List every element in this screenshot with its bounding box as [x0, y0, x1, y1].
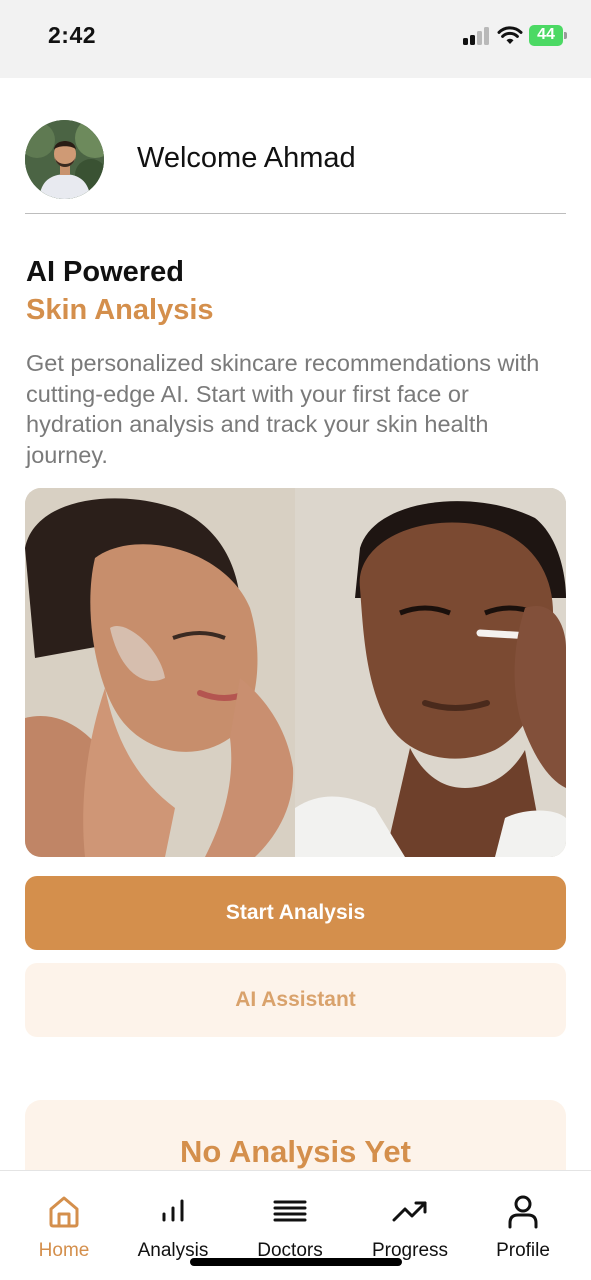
- tab-profile[interactable]: Profile: [464, 1171, 582, 1280]
- hero-subtitle: Skin Analysis: [26, 294, 214, 326]
- tab-home-label: Home: [38, 1240, 90, 1261]
- home-screen: 2:42 44 Welcome Ahmad AI Powered Skin An…: [0, 0, 591, 1280]
- welcome-text: Welcome Ahmad: [137, 142, 356, 174]
- tab-home[interactable]: Home: [5, 1171, 123, 1280]
- home-icon: [49, 1196, 79, 1228]
- status-time: 2:42: [48, 22, 97, 48]
- status-bar: 2:42 44: [0, 0, 591, 78]
- wifi-icon: [497, 26, 523, 44]
- avatar[interactable]: [25, 120, 104, 199]
- hero-title: AI Powered: [26, 256, 184, 288]
- battery-icon: 44: [529, 25, 567, 46]
- list-icon: [273, 1200, 307, 1222]
- trending-up-icon: [392, 1201, 427, 1222]
- hero-description: Get personalized skincare recommendation…: [26, 350, 540, 468]
- empty-state-title: No Analysis Yet: [180, 1134, 411, 1169]
- start-analysis-button[interactable]: Start Analysis: [25, 876, 566, 950]
- tab-profile-label: Profile: [496, 1240, 550, 1261]
- ai-assistant-button[interactable]: AI Assistant: [25, 963, 566, 1037]
- header-divider: [25, 213, 566, 214]
- signal-icon: [463, 27, 491, 45]
- user-icon: [508, 1195, 538, 1229]
- battery-level: 44: [537, 26, 555, 43]
- hero-image: [25, 488, 566, 857]
- bar-chart-icon: [162, 1199, 184, 1222]
- home-indicator: [190, 1258, 402, 1266]
